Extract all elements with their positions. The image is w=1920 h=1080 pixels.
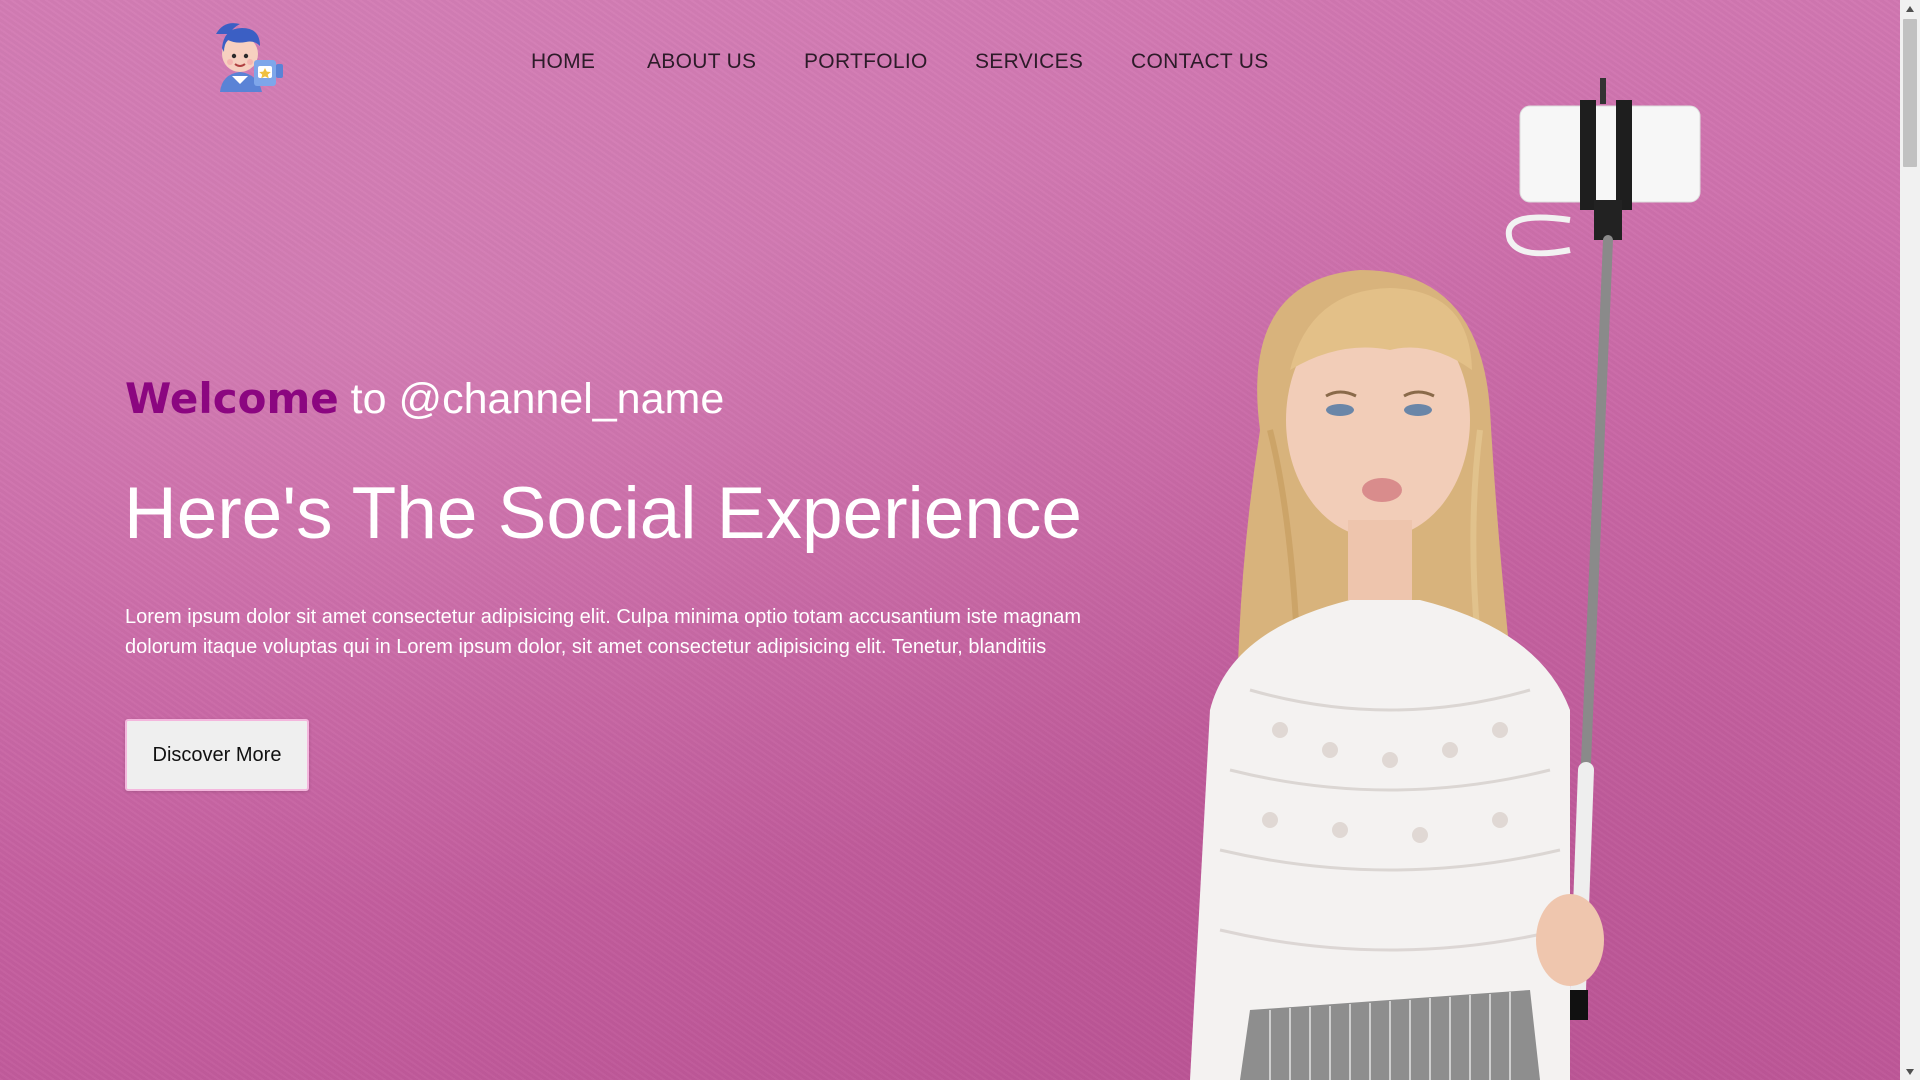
hero-section: HOME ABOUT US PORTFOLIO SERVICES CONTACT… bbox=[0, 0, 1900, 1080]
nav-portfolio[interactable]: PORTFOLIO bbox=[804, 50, 928, 74]
triangle-down-icon[interactable] bbox=[1900, 1063, 1920, 1080]
vertical-scrollbar[interactable] bbox=[1900, 0, 1920, 1080]
nav-services[interactable]: SERVICES bbox=[975, 50, 1083, 74]
welcome-channel: to @channel_name bbox=[350, 375, 725, 423]
welcome-accent: Welcome bbox=[125, 374, 339, 423]
nav-about-us[interactable]: ABOUT US bbox=[647, 50, 756, 74]
hero-headline: Here's The Social Experience bbox=[124, 473, 1083, 554]
discover-more-button[interactable]: Discover More bbox=[125, 719, 309, 791]
scrollbar-thumb[interactable] bbox=[1903, 19, 1917, 167]
nav-home[interactable]: HOME bbox=[531, 50, 595, 74]
woman-selfie-stick-image bbox=[1190, 78, 1701, 1080]
hero-paragraph: Lorem ipsum dolor sit amet consectetur a… bbox=[125, 606, 1081, 658]
triangle-up-icon[interactable] bbox=[1900, 0, 1920, 17]
logo-icon[interactable] bbox=[210, 14, 286, 94]
welcome-line: Welcome to @channel_name bbox=[125, 374, 724, 424]
